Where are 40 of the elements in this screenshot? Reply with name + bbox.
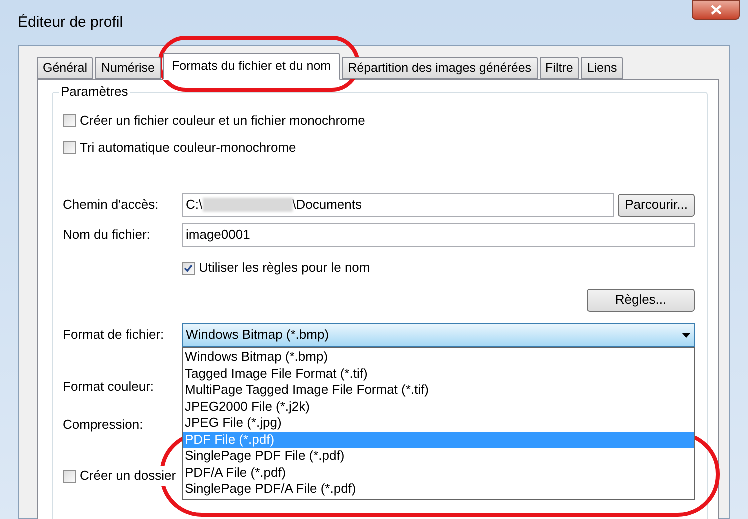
checkbox-label: Tri automatique couleur-monochrome xyxy=(80,138,296,157)
dropdown-option[interactable]: PDF/A File (*.pdf) xyxy=(183,464,694,481)
checkmark-icon xyxy=(184,264,193,272)
path-text: C:\ xyxy=(186,196,203,214)
checkbox[interactable] xyxy=(63,141,76,154)
dropdown-option[interactable]: MultiPage Tagged Image File Format (*.tif) xyxy=(183,382,694,398)
tab[interactable]: Général xyxy=(37,57,94,79)
checkbox[interactable] xyxy=(63,470,76,482)
dropdown-option[interactable]: JPEG2000 File (*.j2k) xyxy=(183,398,694,415)
checkbox[interactable] xyxy=(182,262,195,274)
browse-button[interactable]: Parcourir... xyxy=(618,194,695,216)
tab[interactable]: Liens xyxy=(581,57,624,79)
rules-button[interactable]: Règles... xyxy=(587,288,695,312)
field-label: Format de fichier: xyxy=(63,326,166,344)
field-label: Format couleur: xyxy=(63,378,154,396)
dropdown-option[interactable]: Windows Bitmap (*.bmp) xyxy=(183,349,694,366)
checkbox-label: Créer un dossier xyxy=(80,466,178,486)
window-title: Éditeur de profil xyxy=(18,13,124,33)
dropdown-value: Windows Bitmap (*.bmp) xyxy=(186,326,330,344)
checkbox-label: Créer un fichier couleur et un fichier monochrome xyxy=(80,112,366,130)
tab[interactable]: Filtre xyxy=(540,57,580,79)
checkbox[interactable] xyxy=(63,114,76,127)
checkbox-label: Utiliser les règles pour le nom xyxy=(199,259,370,278)
field-label: Compression: xyxy=(63,416,144,434)
file-name-field[interactable]: image0001 xyxy=(182,223,695,247)
field-label: Chemin d'accès: xyxy=(63,196,160,214)
dropdown-arrow-icon xyxy=(682,332,691,338)
dropdown-option[interactable]: JPEG File (*.jpg) xyxy=(183,415,694,432)
dropdown-option[interactable]: SinglePage PDF File (*.pdf) xyxy=(183,448,694,464)
close-button[interactable] xyxy=(692,0,740,20)
dropdown-option[interactable]: Tagged Image File Format (*.tif) xyxy=(183,366,694,382)
path-text: \Documents xyxy=(292,196,362,214)
tab[interactable]: Répartition des images générées xyxy=(342,57,538,79)
tab[interactable]: Formats du fichier et du nom xyxy=(162,53,340,80)
path-field[interactable]: C:\ \Documents xyxy=(182,193,614,217)
file-format-dropdown[interactable]: Windows Bitmap (*.bmp) xyxy=(182,323,695,347)
field-label: Nom du fichier: xyxy=(63,226,152,244)
close-icon xyxy=(710,5,722,15)
tab[interactable]: Numérise xyxy=(95,57,161,79)
dropdown-option[interactable]: SinglePage PDF/A File (*.pdf) xyxy=(183,481,694,498)
